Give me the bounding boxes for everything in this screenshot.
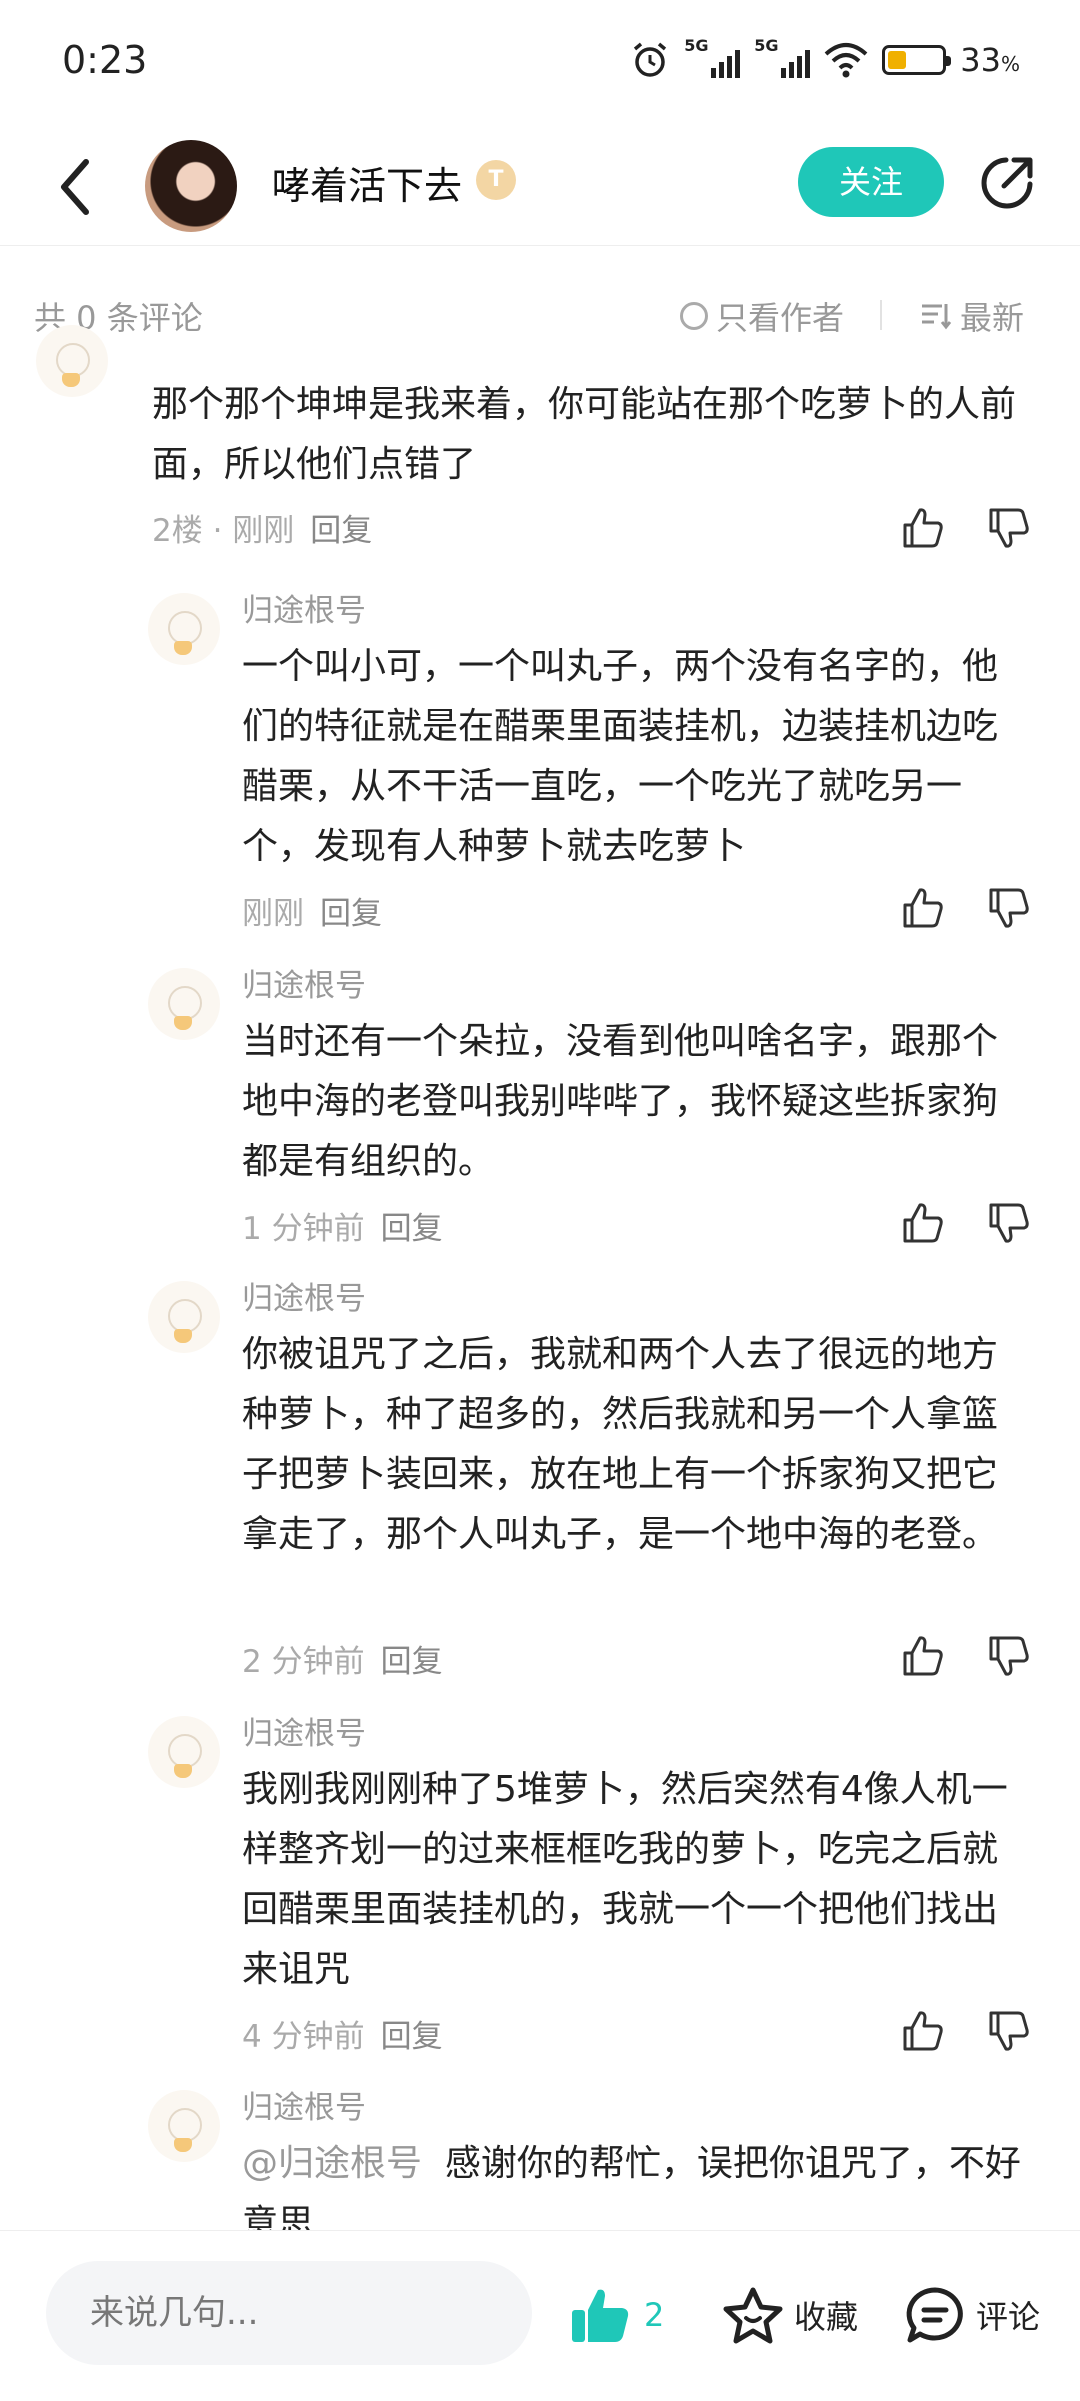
thumbs-up-icon[interactable] xyxy=(900,885,946,931)
level-badge: T xyxy=(476,160,516,200)
battery-icon xyxy=(882,45,952,75)
only-author-label: 只看作者 xyxy=(716,299,845,337)
reply-actions xyxy=(900,1633,1032,1679)
reply-actions xyxy=(900,885,1032,931)
reply-time: 刚刚 xyxy=(242,896,304,932)
signal-icon-2: 5G xyxy=(754,36,811,80)
thumbs-up-icon[interactable] xyxy=(900,1633,946,1679)
status-icons: 5G 5G 33% xyxy=(630,36,1020,80)
reply-time: 4 分钟前 xyxy=(242,2019,365,2055)
comment-input[interactable]: 来说几句... xyxy=(46,2261,532,2365)
reply-actions xyxy=(900,1200,1032,1246)
reply-author[interactable]: 归途根号 xyxy=(242,2082,366,2127)
comment-actions xyxy=(900,505,1032,551)
reply-time: 2 分钟前 xyxy=(242,1644,365,1680)
reply-avatar[interactable] xyxy=(148,2090,220,2162)
thumbs-down-icon[interactable] xyxy=(986,1633,1032,1679)
network-type-2: 5G xyxy=(754,36,779,55)
wifi-icon xyxy=(824,43,868,78)
only-author-toggle[interactable]: 只看作者 xyxy=(680,293,844,339)
mention-link[interactable]: @归途根号 xyxy=(242,2143,422,2184)
reply-author[interactable]: 归途根号 xyxy=(242,960,366,1005)
follow-button[interactable]: 关注 xyxy=(798,147,944,217)
star-icon xyxy=(723,2287,783,2344)
sort-toggle[interactable]: 最新 xyxy=(920,293,1024,339)
radio-icon xyxy=(680,302,708,330)
reply-avatar[interactable] xyxy=(148,1281,220,1353)
comment-meta: 2楼 · 刚刚 回复 xyxy=(152,505,372,550)
reply-button[interactable]: 回复 xyxy=(381,1644,443,1680)
alarm-icon xyxy=(634,42,667,77)
comment-label: 评论 xyxy=(976,2298,1041,2336)
reply-time: 1 分钟前 xyxy=(242,1211,365,1247)
comment-floor: 2楼 · 刚刚 xyxy=(152,513,295,549)
network-type: 5G xyxy=(684,36,709,55)
favorite-label: 收藏 xyxy=(794,2298,859,2336)
reply-button[interactable]: 回复 xyxy=(381,1211,443,1247)
like-button[interactable]: 2 xyxy=(570,2286,664,2344)
reply-text: 当时还有一个朵拉，没看到他叫啥名字，跟那个地中海的老登叫我别哔哔了，我怀疑这些拆… xyxy=(242,1021,999,1182)
reply-author[interactable]: 归途根号 xyxy=(242,1708,366,1753)
reply-button[interactable]: 回复 xyxy=(320,896,382,932)
divider xyxy=(880,300,882,330)
battery-level: 33% xyxy=(960,41,1020,79)
comment-text: 那个那个坤坤是我来着，你可能站在那个吃萝卜的人前面，所以他们点错了 xyxy=(152,384,1017,485)
author-username[interactable]: 哮着活下去 xyxy=(272,155,462,210)
status-bar: 0:23 5G 5G 33% xyxy=(0,0,1080,130)
thumbs-up-icon[interactable] xyxy=(900,2008,946,2054)
reply-avatar[interactable] xyxy=(148,968,220,1040)
profile-header: 哮着活下去 T 关注 xyxy=(0,130,1080,246)
thumbs-down-icon[interactable] xyxy=(986,1200,1032,1246)
reply-text: 我刚我刚刚种了5堆萝卜，然后突然有4像人机一样整齐划一的过来框框吃我的萝卜，吃完… xyxy=(242,1769,1008,1990)
reply-meta: 4 分钟前 回复 xyxy=(242,2011,443,2056)
sort-icon xyxy=(922,304,952,330)
thumbs-down-icon[interactable] xyxy=(986,2008,1032,2054)
reply-text: @归途根号 感谢你的帮忙，误把你诅咒了，不好意思 xyxy=(242,2134,1032,2230)
reply-item: 归途根号 @归途根号 感谢你的帮忙，误把你诅咒了，不好意思 xyxy=(0,2082,1080,2230)
author-avatar[interactable] xyxy=(145,140,237,232)
reply-meta: 1 分钟前 回复 xyxy=(242,1203,443,1248)
reply-meta: 2 分钟前 回复 xyxy=(242,1636,443,1681)
reply-button[interactable]: 回复 xyxy=(381,2019,443,2055)
thumbs-down-icon[interactable] xyxy=(986,885,1032,931)
reply-author[interactable]: 归途根号 xyxy=(242,1273,366,1318)
status-time: 0:23 xyxy=(62,38,148,82)
thumbs-up-filled-icon xyxy=(572,2289,629,2342)
reply-text: 你被诅咒了之后，我就和两个人去了很远的地方种萝卜，种了超多的，然后我就和另一个人… xyxy=(242,1334,999,1555)
reply-button[interactable]: 回复 xyxy=(310,513,372,549)
signal-icon: 5G xyxy=(684,36,741,80)
comment-bubble-icon xyxy=(906,2287,963,2343)
comment-button[interactable]: 评论 xyxy=(904,2286,1040,2344)
reply-text: 一个叫小可，一个叫丸子，两个没有名字的，他们的特征就是在醋栗里面装挂机，边装挂机… xyxy=(242,646,999,867)
bottom-action-bar: 来说几句... 2 收藏 评论 xyxy=(0,2230,1080,2401)
sort-label: 最新 xyxy=(960,299,1025,337)
back-icon[interactable] xyxy=(50,152,100,222)
reply-avatar[interactable] xyxy=(148,1716,220,1788)
thumbs-up-icon[interactable] xyxy=(900,505,946,551)
favorite-button[interactable]: 收藏 xyxy=(722,2286,858,2344)
thumbs-up-icon[interactable] xyxy=(900,1200,946,1246)
reply-avatar[interactable] xyxy=(148,593,220,665)
reply-actions xyxy=(900,2008,1032,2054)
reply-meta: 刚刚 回复 xyxy=(242,888,382,933)
commenter-avatar[interactable] xyxy=(36,325,108,397)
comment-toolbar: 共 0 条评论 只看作者 最新 xyxy=(0,245,1080,375)
thumbs-down-icon[interactable] xyxy=(986,505,1032,551)
reply-author[interactable]: 归途根号 xyxy=(242,585,366,630)
like-count: 2 xyxy=(644,2296,665,2334)
share-icon[interactable] xyxy=(976,152,1038,214)
